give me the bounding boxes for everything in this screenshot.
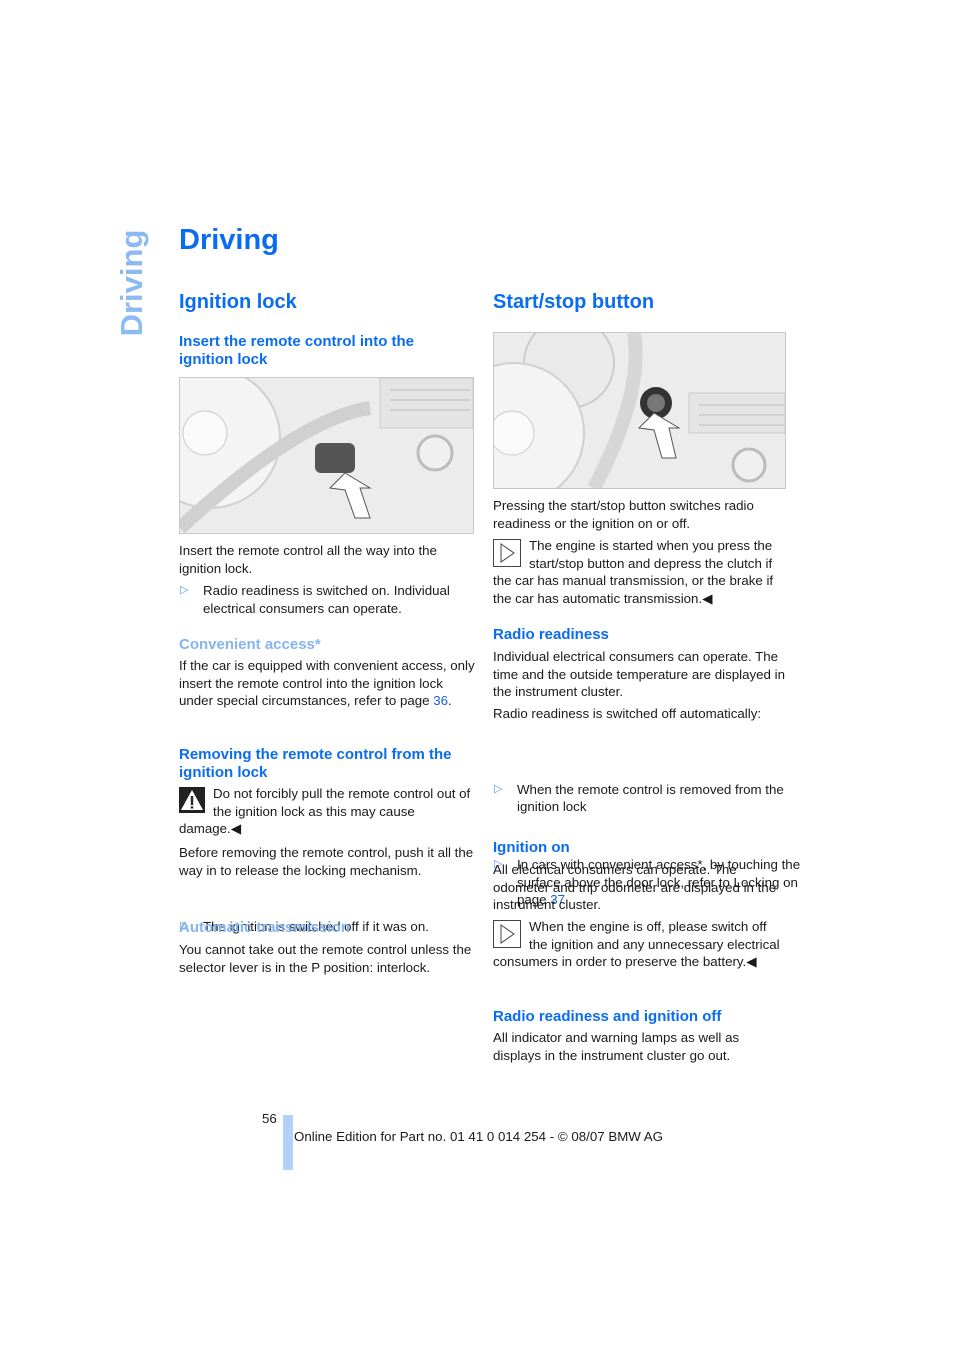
- heading-ignition-lock: Ignition lock: [179, 291, 297, 313]
- convenient-paragraph: If the car is equipped with convenient a…: [179, 658, 475, 709]
- note-triangle-icon: [493, 920, 521, 948]
- automatic-paragraph: You cannot take out the remote control u…: [179, 942, 472, 975]
- ignition-lock-image: [179, 377, 474, 534]
- page-title: Driving: [179, 224, 279, 256]
- page-link-36[interactable]: 36: [433, 693, 448, 708]
- radio-bullet-1: ▷ When the remote control is removed from…: [494, 781, 784, 815]
- bullet-triangle-icon: ▷: [180, 584, 189, 596]
- radio-paragraph-2: Radio readiness is switched off automati…: [493, 706, 762, 721]
- start-stop-note: The engine is started when you press the…: [493, 538, 774, 606]
- heading-radio-readiness: Radio readiness: [493, 626, 609, 643]
- heading-radio-ignition-off: Radio readiness and ignition off: [493, 1008, 722, 1025]
- warning-note: Do not forcibly pull the remote control …: [179, 786, 471, 837]
- heading-ignition-on: Ignition on: [493, 839, 570, 856]
- heading-automatic-transmission: Automatic transmission: [179, 919, 350, 936]
- radio-paragraph-1: Individual electrical consumers can oper…: [493, 649, 785, 700]
- heading-removing: Removing the remote control from the ign…: [179, 746, 452, 781]
- note-triangle-icon: [493, 539, 521, 567]
- start-stop-image: [493, 332, 786, 489]
- page-number: 56: [262, 1111, 277, 1126]
- footer-bar: [283, 1115, 293, 1170]
- insert-bullet: ▷ Radio readiness is switched on. Individ…: [180, 583, 450, 616]
- manual-page: Driving Driving Ignition lock Insert the…: [0, 0, 954, 1350]
- heading-convenient-access: Convenient access*: [179, 636, 321, 653]
- bullet-triangle-icon: ▷: [494, 782, 503, 795]
- off-paragraph: All indicator and warning lamps as well …: [493, 1030, 740, 1063]
- ignition-paragraph: All electrical consumers can operate. Th…: [493, 862, 777, 913]
- warning-icon: [179, 787, 205, 813]
- ignition-note: When the engine is off, please switch of…: [493, 919, 780, 970]
- insert-paragraph: Insert the remote control all the way in…: [179, 543, 437, 576]
- removing-paragraph: Before removing the remote control, push…: [179, 845, 474, 878]
- start-stop-paragraph: Pressing the start/stop button switches …: [493, 498, 754, 531]
- footer-text: Online Edition for Part no. 01 41 0 014 …: [294, 1129, 664, 1144]
- heading-start-stop: Start/stop button: [493, 291, 655, 313]
- heading-insert: Insert the remote control into the ignit…: [179, 333, 415, 368]
- section-tab: Driving: [114, 229, 149, 336]
